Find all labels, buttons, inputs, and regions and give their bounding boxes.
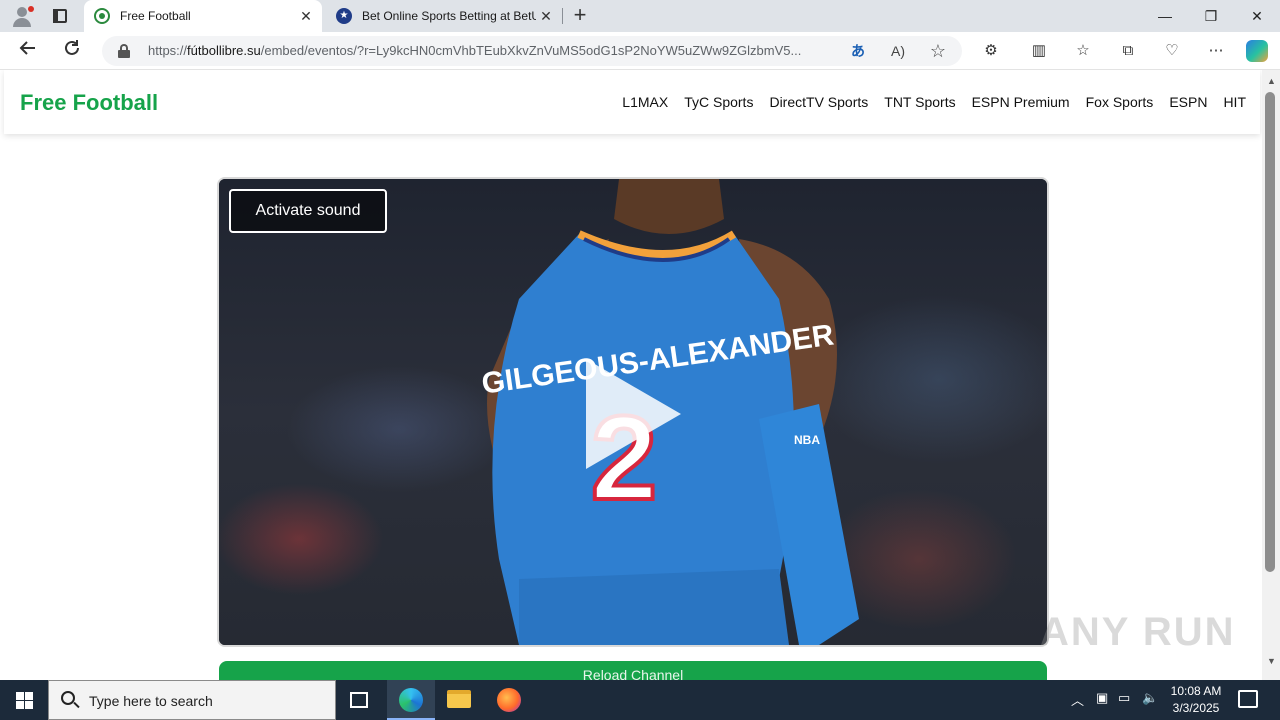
windows-taskbar: Type here to search ︿ ▣ ▭ 🔈 10:08 AM 3/3… <box>0 680 1280 720</box>
player-image: NBA GILGEOUS-ALEXANDER 2 <box>480 179 859 645</box>
edge-icon <box>399 688 423 712</box>
tab-free-football[interactable]: Free Football ✕ <box>84 0 322 32</box>
clock-time: 10:08 AM <box>1170 684 1222 698</box>
profile-icon[interactable] <box>8 4 36 28</box>
split-screen-icon[interactable]: ▥ <box>1026 39 1052 63</box>
notifications-icon[interactable] <box>1238 690 1258 708</box>
nav-link-tyc-sports[interactable]: TyC Sports <box>684 94 753 110</box>
folder-icon <box>447 690 471 708</box>
new-tab-button[interactable]: + <box>568 4 592 28</box>
nav-link-directtv-sports[interactable]: DirectTV Sports <box>769 94 868 110</box>
tab-divider <box>562 8 563 24</box>
close-window-button[interactable]: ✕ <box>1234 0 1280 32</box>
nav-link-hit[interactable]: HIT <box>1223 94 1246 110</box>
search-placeholder: Type here to search <box>89 693 213 709</box>
scroll-up-icon[interactable]: ▲ <box>1267 76 1276 86</box>
more-icon[interactable]: ⋯ <box>1203 39 1229 63</box>
activate-sound-button[interactable]: Activate sound <box>229 189 387 233</box>
tab-actions-icon[interactable] <box>48 6 72 26</box>
back-arrow-icon[interactable] <box>14 38 42 64</box>
taskbar-edge[interactable] <box>387 680 435 720</box>
nav-link-l1max[interactable]: L1MAX <box>622 94 668 110</box>
tray-chevron-icon[interactable]: ︿ <box>1071 690 1084 709</box>
firefox-icon <box>497 688 521 712</box>
web-page: Free Football L1MAX TyC Sports DirectTV … <box>0 70 1280 680</box>
task-view-icon <box>350 692 368 708</box>
url-path: /embed/eventos/?r=Ly9kcHN0cmVhbTEubXkvZn… <box>260 43 802 58</box>
windows-start-icon[interactable] <box>0 680 48 720</box>
read-aloud-icon[interactable]: A) <box>886 40 910 62</box>
close-tab-icon[interactable]: ✕ <box>536 8 556 25</box>
refresh-icon[interactable] <box>58 38 86 64</box>
task-view-button[interactable] <box>336 680 384 720</box>
browser-toolbar: https://fútbollibre.su/embed/eventos/?r=… <box>0 32 1280 70</box>
channel-nav: L1MAX TyC Sports DirectTV Sports TNT Spo… <box>622 94 1246 110</box>
favorites-icon[interactable]: ☆ <box>1070 39 1096 63</box>
reload-channel-button[interactable]: Reload Channel <box>219 661 1047 680</box>
collections-icon[interactable]: ⧉ <box>1115 39 1141 63</box>
tab-betonline[interactable]: ★ Bet Online Sports Betting at BetU ✕ <box>326 0 562 32</box>
notification-dot <box>28 6 34 12</box>
restore-button[interactable]: ❐ <box>1188 0 1234 32</box>
tab-strip: Free Football ✕ ★ Bet Online Sports Bett… <box>0 0 1280 32</box>
scroll-down-icon[interactable]: ▼ <box>1267 656 1276 666</box>
soccer-ball-icon <box>94 8 110 24</box>
taskbar-clock[interactable]: 10:08 AM 3/3/2025 <box>1170 683 1222 717</box>
site-logo[interactable]: Free Football <box>20 90 158 116</box>
puzzle-icon[interactable]: ⚙ <box>978 39 1004 63</box>
star-icon[interactable]: ☆ <box>926 40 950 62</box>
browser-window: Free Football ✕ ★ Bet Online Sports Bett… <box>0 0 1280 720</box>
usb-icon[interactable]: ▣ <box>1096 690 1108 706</box>
star-logo-icon: ★ <box>336 8 352 24</box>
translate-icon[interactable]: あ <box>846 40 870 62</box>
minimize-button[interactable]: — <box>1142 0 1188 32</box>
nav-link-espn-premium[interactable]: ESPN Premium <box>972 94 1070 110</box>
volume-icon[interactable]: 🔈 <box>1142 690 1158 706</box>
nav-link-espn[interactable]: ESPN <box>1169 94 1207 110</box>
site-header: Free Football L1MAX TyC Sports DirectTV … <box>4 70 1260 134</box>
url-host: fútbollibre.su <box>187 43 261 58</box>
close-tab-icon[interactable]: ✕ <box>296 8 316 25</box>
heartbeat-icon[interactable]: ♡ <box>1159 39 1185 63</box>
lock-icon[interactable] <box>118 44 130 58</box>
taskbar-firefox[interactable] <box>485 680 533 720</box>
search-icon <box>61 691 75 705</box>
page-scrollbar[interactable]: ▲ ▼ <box>1262 70 1280 680</box>
address-bar[interactable]: https://fútbollibre.su/embed/eventos/?r=… <box>102 36 962 66</box>
anyrun-watermark: ANY RUN <box>1040 610 1236 654</box>
tab-title: Free Football <box>120 9 191 23</box>
svg-text:NBA: NBA <box>794 433 820 447</box>
tab-title: Bet Online Sports Betting at BetU <box>362 9 536 23</box>
url-prefix: https:// <box>148 43 188 58</box>
url-text[interactable]: https://fútbollibre.su/embed/eventos/?r=… <box>148 43 838 58</box>
network-icon[interactable]: ▭ <box>1118 690 1130 706</box>
copilot-icon[interactable] <box>1246 40 1268 62</box>
taskbar-file-explorer[interactable] <box>435 680 483 720</box>
nav-link-tnt-sports[interactable]: TNT Sports <box>884 94 955 110</box>
scroll-thumb[interactable] <box>1265 92 1275 572</box>
clock-date: 3/3/2025 <box>1172 701 1220 715</box>
taskbar-search-box[interactable]: Type here to search <box>48 680 336 720</box>
video-player[interactable]: NBA GILGEOUS-ALEXANDER 2 Activate sound <box>217 177 1049 647</box>
nav-link-fox-sports[interactable]: Fox Sports <box>1086 94 1154 110</box>
